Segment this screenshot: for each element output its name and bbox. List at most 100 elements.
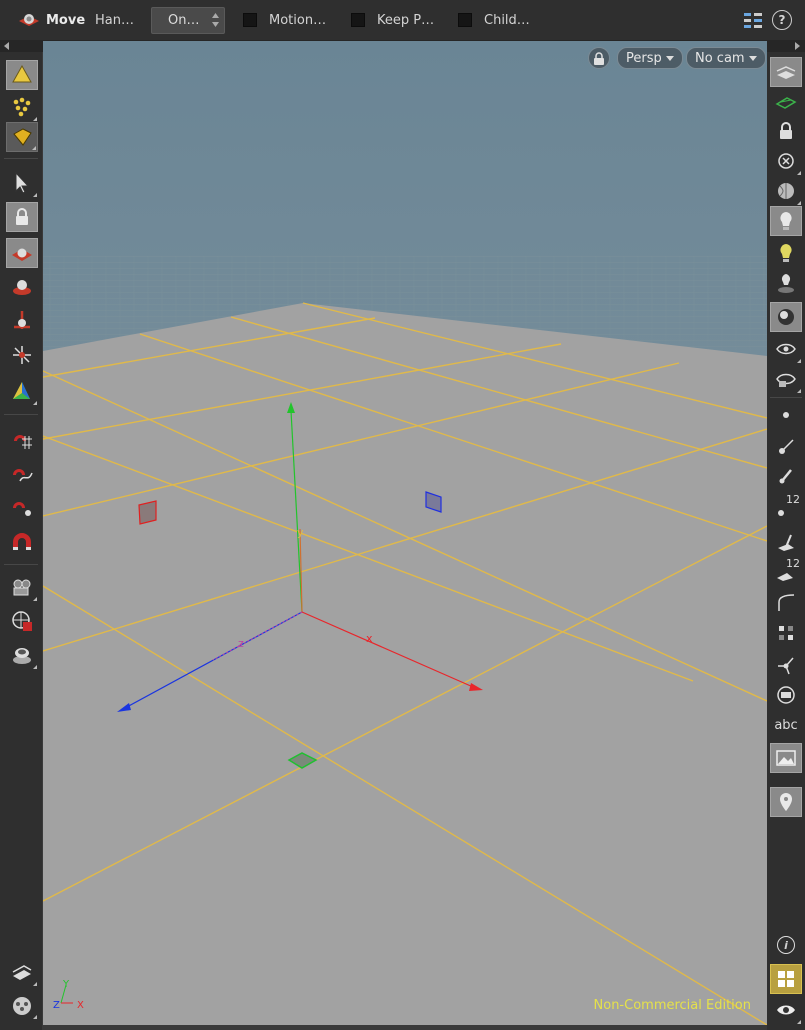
motion-checkbox-box[interactable]	[243, 13, 257, 27]
snap-multi-tool[interactable]	[6, 528, 38, 558]
headlight-toggle[interactable]	[770, 206, 802, 236]
select-primitives-tool[interactable]	[6, 122, 38, 152]
close-circle-icon	[778, 153, 794, 169]
eye-camera-icon	[776, 373, 796, 387]
text-display-toggle[interactable]: abc	[770, 710, 802, 740]
move-handle-icon	[12, 248, 32, 261]
prim-normal-icon	[778, 534, 794, 551]
points-select-icon	[13, 97, 31, 117]
image-icon	[776, 750, 796, 766]
chevron-down-icon	[665, 55, 674, 61]
keep-position-checkbox-box[interactable]	[351, 13, 365, 27]
snap-grid-tool[interactable]	[6, 424, 38, 454]
scale-tool[interactable]	[6, 306, 38, 336]
collapse-left-arrow-icon[interactable]	[3, 42, 11, 50]
target-icon	[12, 611, 32, 631]
lightbulb-color-icon	[780, 244, 792, 262]
point-trail-icon	[779, 469, 792, 484]
camera-lock-icon	[594, 51, 604, 65]
camera-menu-label: No cam	[695, 50, 745, 66]
keep-position-checkbox[interactable]: Keep P…	[351, 0, 434, 40]
select-points-tool[interactable]	[6, 92, 38, 122]
camera-tool[interactable]	[6, 572, 38, 602]
viewport-layout-button[interactable]	[770, 964, 802, 994]
vertex-normals-toggle[interactable]	[770, 650, 802, 680]
motion-checkbox[interactable]: Motion…	[243, 0, 326, 40]
layers-icon	[776, 66, 796, 79]
display-visible-toggle[interactable]	[770, 334, 802, 364]
point-dot-icon	[783, 412, 789, 418]
visibility-toggle[interactable]	[770, 995, 802, 1025]
toolbar-options-icon[interactable]	[742, 0, 764, 40]
point-numbers-toggle[interactable]: 12	[770, 492, 802, 522]
lock-select-tool[interactable]	[6, 202, 38, 232]
child-checkbox-box[interactable]	[458, 13, 472, 27]
snap-prim-tool[interactable]	[6, 458, 38, 488]
viewport-scene[interactable]: y x z X Y Z	[43, 41, 767, 1025]
right-display-shelf: 12 12 abc i	[767, 52, 805, 1030]
handle-gizmo-icon	[13, 382, 30, 399]
ambient-occlusion-toggle[interactable]	[770, 302, 802, 332]
flipbook-icon	[13, 648, 31, 664]
display-options-icon	[12, 965, 32, 980]
info-icon: i	[777, 936, 795, 954]
info-button[interactable]: i	[770, 930, 802, 960]
display-points-toggle[interactable]	[770, 400, 802, 430]
lock-geometry-toggle[interactable]	[770, 116, 802, 146]
rotate-tool[interactable]	[6, 272, 38, 302]
display-camera-toggle[interactable]	[770, 364, 802, 394]
view-tool[interactable]	[6, 640, 38, 670]
ghost-geometry-toggle[interactable]	[770, 57, 802, 87]
operation-toolbar: Move Han… On… Motion… Keep P… Child… ?	[0, 0, 805, 41]
pin-display-toggle[interactable]	[770, 787, 802, 817]
render-reel-icon	[13, 997, 31, 1015]
vertex-normal-icon	[778, 657, 794, 675]
sphere-shading-icon	[778, 183, 794, 199]
scene-lights-toggle[interactable]	[770, 238, 802, 268]
snap-point-tool[interactable]	[6, 492, 38, 522]
handle-tool[interactable]	[6, 376, 38, 406]
magnet-grid-icon	[14, 435, 32, 449]
prim-normals-toggle[interactable]	[770, 526, 802, 556]
camera-lock-button[interactable]	[588, 47, 610, 69]
select-objects-tool[interactable]	[6, 60, 38, 90]
gnomon-y-label: Y	[62, 979, 70, 990]
prim-numbers-toggle[interactable]: 12	[770, 556, 802, 586]
edition-watermark: Non-Commercial Edition	[593, 998, 751, 1013]
safe-area-tool[interactable]	[6, 606, 38, 636]
render-region-tool[interactable]	[6, 990, 38, 1020]
chevron-down-icon	[748, 55, 757, 61]
move-tool[interactable]	[6, 238, 38, 268]
magnet-icon	[13, 533, 31, 550]
location-pin-icon	[780, 793, 792, 811]
magnet-point-icon	[13, 502, 31, 516]
mode-dropdown[interactable]: On…	[151, 7, 225, 34]
point-normals-toggle[interactable]	[770, 432, 802, 462]
3d-viewport[interactable]: y x z X Y Z Persp No cam Non-Commercial …	[43, 41, 767, 1025]
background-image-toggle[interactable]	[770, 743, 802, 773]
handle-menu[interactable]: Han…	[95, 0, 134, 40]
camera-menu[interactable]: No cam	[686, 47, 766, 69]
profile-curve-icon	[778, 594, 795, 611]
collapse-right-arrow-icon[interactable]	[793, 42, 801, 50]
lights-shadows-toggle[interactable]	[770, 268, 802, 298]
text-display-label: abc	[774, 717, 798, 733]
help-button[interactable]: ?	[772, 0, 792, 40]
scale-handle-icon	[14, 311, 30, 329]
uv-display-toggle[interactable]	[770, 680, 802, 710]
move-tool-icon[interactable]	[16, 0, 42, 40]
display-options-tool[interactable]	[6, 957, 38, 987]
template-toggle[interactable]	[770, 86, 802, 116]
select-tool[interactable]	[6, 168, 38, 198]
y-axis-label: y	[297, 526, 304, 539]
profile-curves-toggle[interactable]	[770, 588, 802, 618]
wireframe-shading-toggle[interactable]	[770, 176, 802, 206]
rotate-handle-icon	[13, 280, 31, 295]
vertex-display-toggle[interactable]	[770, 618, 802, 648]
child-compensation-checkbox[interactable]: Child…	[458, 0, 530, 40]
hide-other-toggle[interactable]	[770, 146, 802, 176]
point-trails-toggle[interactable]	[770, 462, 802, 492]
pose-tool[interactable]	[6, 340, 38, 370]
red-handle-marker[interactable]	[138, 500, 157, 525]
view-projection-menu[interactable]: Persp	[617, 47, 683, 69]
